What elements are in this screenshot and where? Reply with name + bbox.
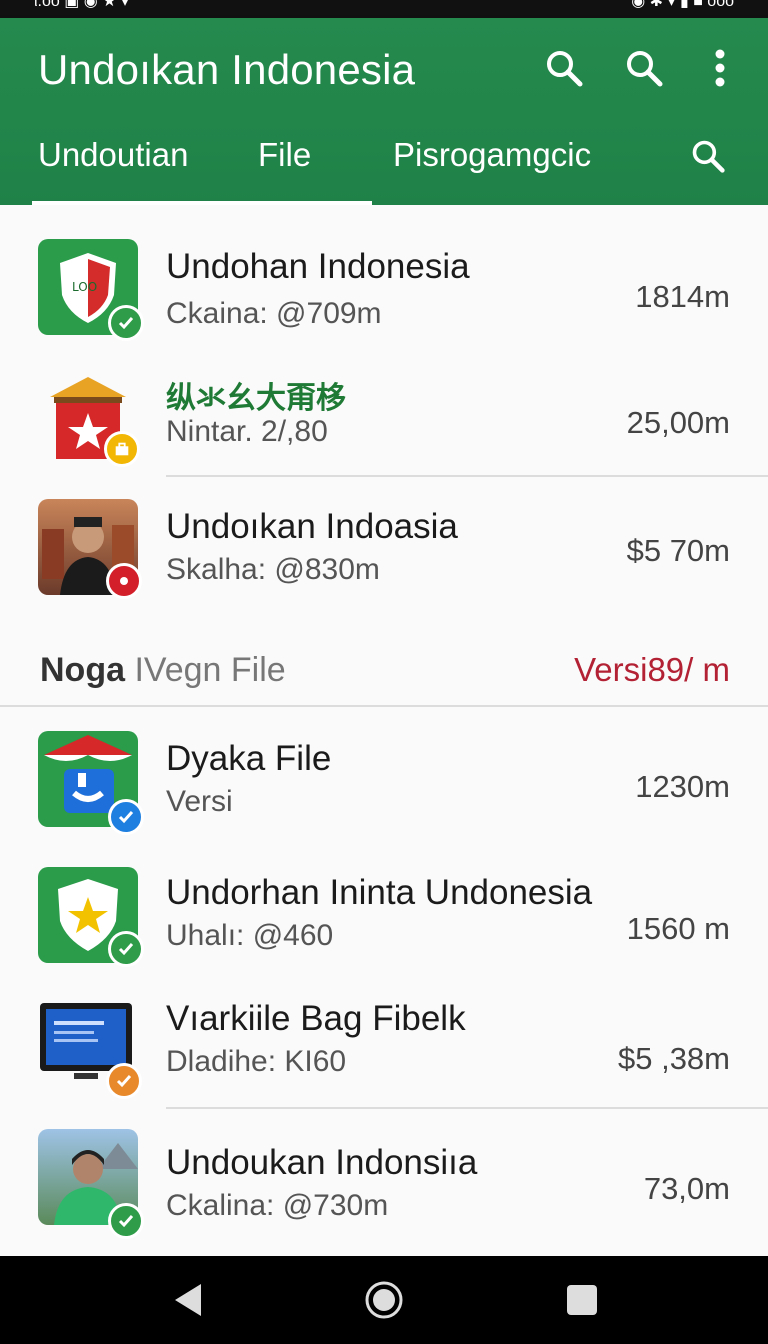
item-subtitle: Uhalı: @460 bbox=[166, 919, 334, 952]
app-title: Undoıkan Indonesia bbox=[38, 46, 416, 93]
check-badge-icon bbox=[106, 1063, 142, 1099]
file-list: LOO Undohan Indonesia Ckaina: @709m 1814… bbox=[0, 205, 768, 1256]
item-title: Undoıkan Indoasia bbox=[166, 507, 458, 546]
item-title: Dyaka File bbox=[166, 739, 332, 778]
item-size: 1230m bbox=[635, 769, 730, 804]
status-left: ι.οο ▣ ◉ ★ ▾ bbox=[34, 0, 130, 10]
item-subtitle: Versi bbox=[166, 785, 233, 818]
item-size: $5 70m bbox=[626, 533, 730, 568]
dot-badge-icon bbox=[106, 563, 142, 599]
check-badge-icon bbox=[108, 799, 144, 835]
item-size: 73,0m bbox=[643, 1171, 730, 1206]
list-item[interactable]: Undorhan Ininta Undonesia Uhalı: @460 15… bbox=[0, 855, 768, 983]
item-title: Undohan Indonesia bbox=[166, 247, 470, 286]
list-item[interactable]: Undoukan Indonsiıa Ckalina: @730m 73,0m bbox=[0, 1109, 768, 1256]
svg-text:LOO: LOO bbox=[72, 280, 97, 294]
item-title: Vıarkiile Bag Fibelk bbox=[166, 999, 466, 1038]
home-icon[interactable] bbox=[364, 1280, 404, 1320]
navigation-bar bbox=[0, 1256, 768, 1344]
status-right: ◉ ✱ ▾ ▮ ■ ooo bbox=[631, 0, 734, 10]
list-item[interactable]: Undoıkan Indoasia Skalha: @830m $5 70m bbox=[0, 477, 768, 623]
back-icon[interactable] bbox=[168, 1280, 208, 1320]
item-size: 1814m bbox=[635, 279, 730, 314]
item-subtitle: Ckalina: @730m bbox=[166, 1189, 389, 1222]
recents-icon[interactable] bbox=[562, 1280, 602, 1320]
briefcase-badge-icon bbox=[104, 431, 140, 467]
item-size: 1560 m bbox=[626, 911, 730, 946]
section-title: Noga IVegn File bbox=[40, 651, 286, 690]
more-vert-icon[interactable] bbox=[696, 44, 744, 92]
app-bar: Undoıkan Indonesia Undoutian File Pisrog… bbox=[0, 18, 768, 205]
section-title-light: IVegn File bbox=[134, 651, 286, 689]
status-bar: ι.οο ▣ ◉ ★ ▾ ◉ ✱ ▾ ▮ ■ ooo bbox=[0, 0, 768, 18]
list-item[interactable]: 纵氺幺大甭栘 Nintar. 2/,80 25,00m bbox=[0, 335, 768, 475]
search-icon[interactable] bbox=[620, 44, 668, 92]
list-item[interactable]: Vıarkiile Bag Fibelk Dladihe: KI60 $5 ,3… bbox=[0, 983, 768, 1107]
tab-file[interactable]: File bbox=[258, 136, 311, 174]
search-icon[interactable] bbox=[540, 44, 588, 92]
list-item[interactable]: Dyaka File Versi 1230m bbox=[0, 707, 768, 855]
item-subtitle: Nintar. 2/,80 bbox=[166, 415, 328, 448]
item-subtitle: Dladihe: KI60 bbox=[166, 1045, 347, 1078]
tab-undoutian[interactable]: Undoutian bbox=[38, 136, 188, 174]
section-header: Noga IVegn File Versi89/ m bbox=[0, 625, 768, 705]
section-title-bold: Noga bbox=[40, 651, 125, 689]
item-title: 纵氺幺大甭栘 bbox=[166, 382, 346, 415]
search-icon[interactable] bbox=[684, 132, 732, 180]
item-size: 25,00m bbox=[626, 405, 730, 440]
item-subtitle: Ckaina: @709m bbox=[166, 297, 382, 330]
list-item[interactable]: LOO Undohan Indonesia Ckaina: @709m 1814… bbox=[0, 205, 768, 341]
check-badge-icon bbox=[108, 931, 144, 967]
section-version: Versi89/ m bbox=[574, 651, 730, 688]
item-subtitle: Skalha: @830m bbox=[166, 553, 380, 586]
item-size: $5 ,38m bbox=[617, 1041, 730, 1076]
check-badge-icon bbox=[108, 1203, 144, 1239]
tab-pisrogamgcic[interactable]: Pisrogamgcic bbox=[393, 136, 591, 174]
item-title: Undorhan Ininta Undonesia bbox=[166, 873, 593, 912]
item-title: Undoukan Indonsiıa bbox=[166, 1143, 478, 1182]
